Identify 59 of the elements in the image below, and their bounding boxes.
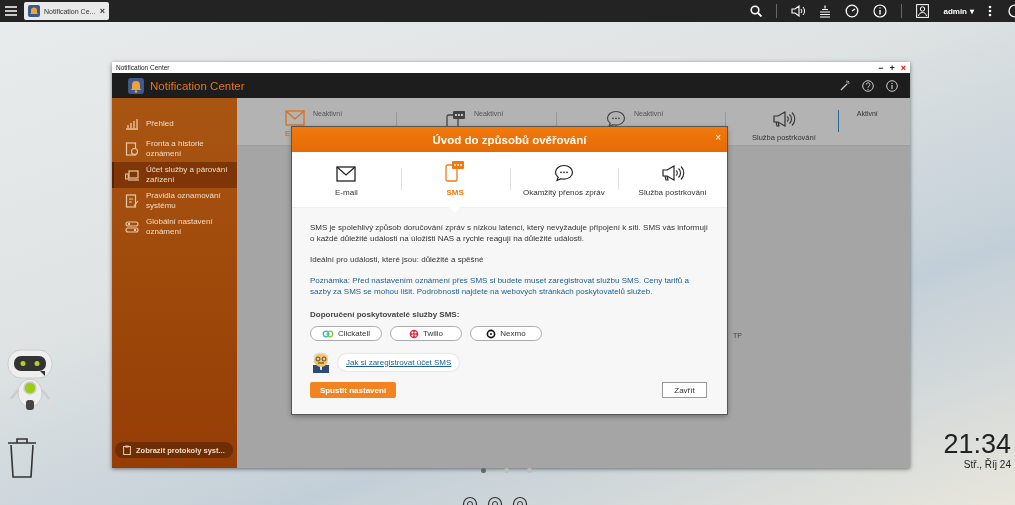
page-dot[interactable] <box>481 468 486 473</box>
user-menu[interactable]: admin ▾ <box>943 6 974 16</box>
phone-message-icon <box>445 160 466 182</box>
method-tab[interactable]: Okamžitý přenos zpráv <box>509 152 619 207</box>
maximize-button[interactable]: + <box>889 62 895 73</box>
provider-button[interactable]: Nexmo <box>470 326 542 341</box>
dialog-title: Úvod do způsobů ověřování <box>432 133 587 146</box>
sidebar-item[interactable]: Fronta a historie oznámení <box>112 136 237 162</box>
sidebar-item[interactable]: Přehled <box>112 112 237 136</box>
stacked-tasks-icon[interactable] <box>819 4 832 18</box>
toggles-icon <box>125 221 139 233</box>
magic-wand-icon[interactable] <box>839 80 850 91</box>
menu-icon[interactable] <box>4 5 18 17</box>
more-options-icon[interactable] <box>988 5 992 17</box>
sidebar-item[interactable]: Pravidla oznamování systému <box>112 188 237 214</box>
provider-button[interactable]: Clickatell <box>310 326 382 341</box>
sidebar-item[interactable]: Globální nastavení oznámení <box>112 214 237 240</box>
user-icon[interactable] <box>916 4 930 18</box>
ring-icon <box>486 328 497 339</box>
close-dialog-button[interactable]: Zavřít <box>662 382 707 398</box>
tab-close-button[interactable]: × <box>99 6 105 16</box>
document-clock-icon <box>125 142 139 156</box>
clock-time: 21:34 <box>943 429 1011 459</box>
page-dot[interactable] <box>527 468 532 473</box>
help-icon[interactable] <box>862 79 874 92</box>
bell-app-icon <box>128 77 144 94</box>
description-text: SMS je spolehlivý způsob doručování zpráv s nízkou latencí, který nevyžaduje připojení k síti. SMS vás informují o každé důležité události na úložišti NAS a rychle reagují na důležité události. <box>310 222 709 244</box>
speech-bubble-icon <box>553 164 574 182</box>
provider-button[interactable]: Twilio <box>390 326 462 341</box>
sidebar-item[interactable]: Účet služby a párování zařízení <box>112 162 237 188</box>
envelope-icon <box>336 166 357 182</box>
bar-chart-icon <box>125 118 139 130</box>
method-tab[interactable]: Služba postrkování <box>618 152 727 207</box>
minimize-button[interactable]: − <box>878 62 884 73</box>
clock-date: Stř., Říj 24 <box>962 459 1011 470</box>
app-name: Notification Center <box>150 79 245 92</box>
document-pen-icon <box>125 194 139 208</box>
envelope-icon <box>285 110 305 126</box>
search-icon[interactable] <box>750 5 763 17</box>
megaphone-icon <box>660 164 685 182</box>
ideal-for-text: Ideální pro události, které jsou: důležité a spěšné <box>310 254 485 265</box>
speaker-icon[interactable] <box>791 5 806 17</box>
speech-bubble-icon <box>606 110 626 128</box>
trash-icon[interactable] <box>6 437 38 479</box>
assistant-mascot-icon <box>310 351 332 373</box>
providers-heading: Doporučení poskytovatelé služby SMS: <box>310 309 461 320</box>
bell-app-icon <box>28 5 40 17</box>
close-button[interactable]: × <box>900 62 906 73</box>
page-dot[interactable] <box>504 468 509 473</box>
megaphone-icon <box>771 110 796 128</box>
gauge-icon[interactable] <box>845 4 860 18</box>
gauge-icon[interactable] <box>1006 4 1015 18</box>
info-icon[interactable] <box>886 79 898 92</box>
method-tab[interactable]: E-mail <box>292 152 401 207</box>
clipboard-icon <box>123 445 131 455</box>
dotted-circle-icon <box>409 328 419 339</box>
laptop-phone-icon <box>125 169 139 181</box>
interlocked-rings-icon <box>322 329 334 338</box>
note-text: Poznámka: Před nastavením oznámení přes SMS si budete muset zaregistrovat službu SMS. Ceny tarifů a sazby za SMS se mohou lišit. Podrobnosti najdete na webových stránkách poskytovatelů služeb. <box>310 275 690 297</box>
